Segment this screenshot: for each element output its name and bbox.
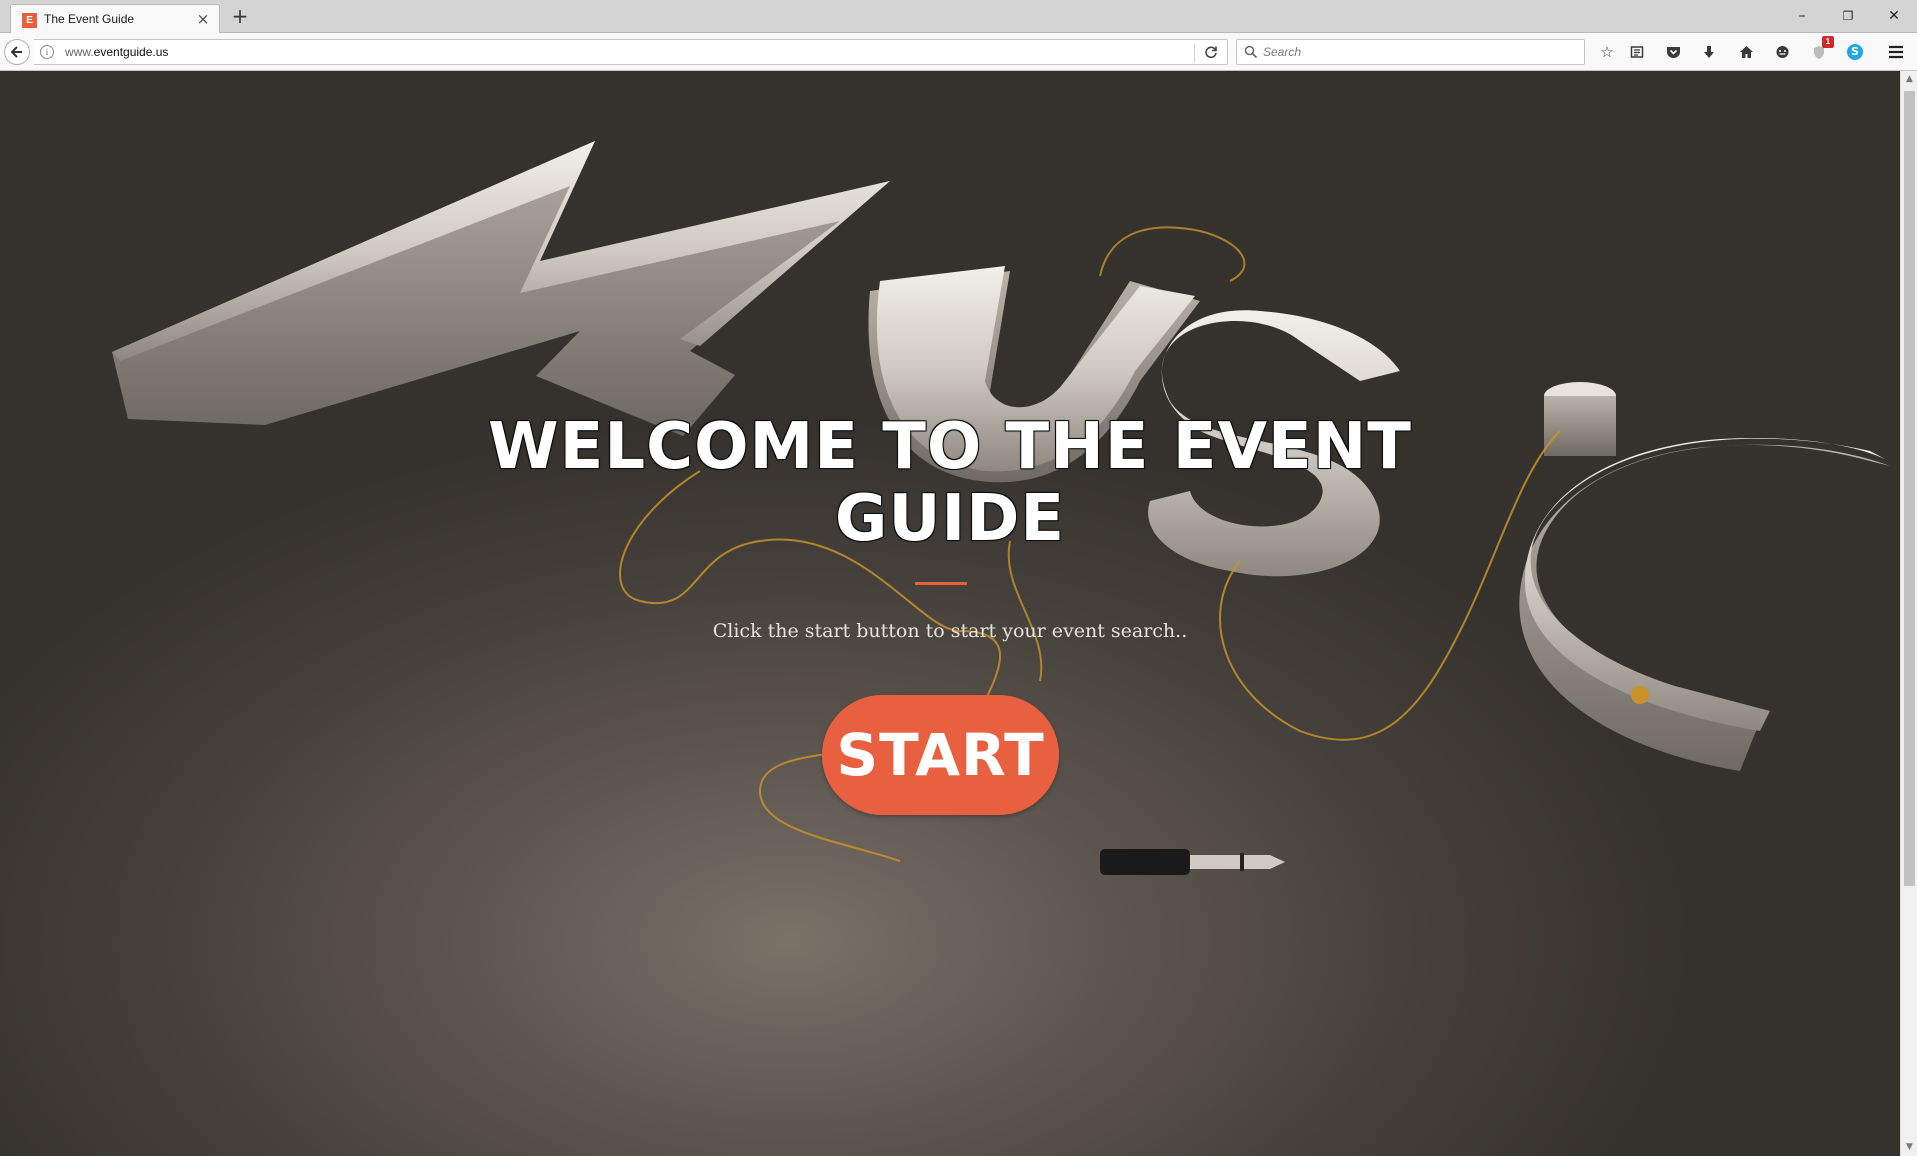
shield-badge: 1 <box>1822 36 1834 48</box>
page-viewport: WELCOME TO THE EVENT GUIDE Click the sta… <box>0 71 1900 1156</box>
navigation-toolbar: i www.eventguide.us ☆ 1 <box>0 33 1917 71</box>
tab-strip: E The Event Guide × + – ❐ ✕ <box>0 0 1917 34</box>
scroll-up-arrow-icon[interactable]: ▲ <box>1901 71 1917 88</box>
url-bar[interactable]: i www.eventguide.us <box>34 39 1228 65</box>
search-bar[interactable] <box>1236 39 1585 65</box>
browser-window: E The Event Guide × + – ❐ ✕ i www.eventg… <box>0 0 1917 1156</box>
start-button[interactable]: START <box>822 695 1059 815</box>
hero-section: WELCOME TO THE EVENT GUIDE Click the sta… <box>0 71 1900 1156</box>
chat-icon[interactable] <box>1771 41 1793 63</box>
scroll-down-arrow-icon[interactable]: ▼ <box>1901 1139 1917 1156</box>
back-arrow-icon <box>10 46 22 58</box>
close-tab-icon[interactable]: × <box>195 11 211 27</box>
search-icon <box>1244 45 1258 59</box>
new-tab-button[interactable]: + <box>230 6 250 27</box>
favicon-icon: E <box>22 13 37 28</box>
menu-icon[interactable] <box>1885 41 1907 63</box>
search-input[interactable] <box>1263 43 1573 61</box>
bookmark-star-icon[interactable]: ☆ <box>1596 41 1618 63</box>
tab-title: The Event Guide <box>44 12 135 26</box>
hero-title: WELCOME TO THE EVENT GUIDE <box>488 410 1412 556</box>
vertical-scrollbar[interactable]: ▲ ▼ <box>1900 71 1917 1156</box>
skype-icon[interactable]: S <box>1847 44 1863 60</box>
pocket-icon[interactable] <box>1662 41 1684 63</box>
shield-icon[interactable]: 1 <box>1808 36 1834 63</box>
url-separator <box>1194 44 1195 62</box>
tab-the-event-guide[interactable]: E The Event Guide × <box>10 4 220 34</box>
hero-subtitle: Click the start button to start your eve… <box>712 620 1188 642</box>
close-window-button[interactable]: ✕ <box>1874 4 1914 28</box>
scroll-thumb[interactable] <box>1904 91 1915 886</box>
download-icon[interactable] <box>1698 41 1720 63</box>
back-button[interactable] <box>4 39 30 65</box>
reload-icon[interactable] <box>1202 43 1220 61</box>
reading-list-icon[interactable] <box>1626 41 1648 63</box>
site-info-icon[interactable]: i <box>40 45 54 59</box>
url-text[interactable]: www.eventguide.us <box>65 45 168 59</box>
hero-divider <box>915 582 967 585</box>
minimize-button[interactable]: – <box>1782 4 1822 28</box>
home-icon[interactable] <box>1735 41 1757 63</box>
restore-button[interactable]: ❐ <box>1828 4 1868 28</box>
